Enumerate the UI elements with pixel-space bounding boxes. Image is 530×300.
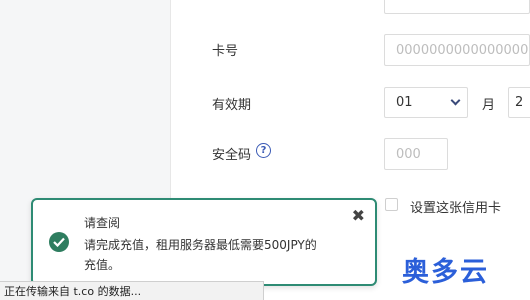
expiry-year-value: 2 [515,95,524,110]
expiry-year-select[interactable]: 2 [508,87,530,118]
expiry-month-select[interactable]: 01 [384,87,468,118]
set-default-card-label: 设置这张信用卡 [410,201,502,216]
top-field[interactable] [384,0,530,14]
cvv-input[interactable]: 000 [384,138,448,170]
close-icon[interactable]: ✖ [352,206,365,225]
card-number-label: 卡号 [212,44,239,59]
notification-toast: 请查阅 请完成充值，租用服务器最低需要500JPY的充值。 ✖ [31,198,377,286]
set-default-card-checkbox[interactable] [385,198,398,211]
expiry-month-value: 01 [396,95,413,110]
toast-title: 请查阅 [84,216,121,230]
watermark-logo: 奥多云 [402,257,489,288]
toast-message: 请完成充值，租用服务器最低需要500JPY的充值。 [84,238,317,272]
card-number-input[interactable]: 0000000000000000 [384,34,530,66]
help-icon[interactable]: ? [256,143,271,158]
month-unit-label: 月 [482,98,496,113]
browser-status-bar: 正在传输来自 t.co 的数据... [0,281,264,300]
cvv-label: 安全码 [212,148,252,163]
check-circle-icon [49,232,69,252]
chevron-down-icon [450,95,461,106]
expiry-label: 有效期 [212,98,252,113]
status-text: 正在传输来自 t.co 的数据... [4,285,142,298]
